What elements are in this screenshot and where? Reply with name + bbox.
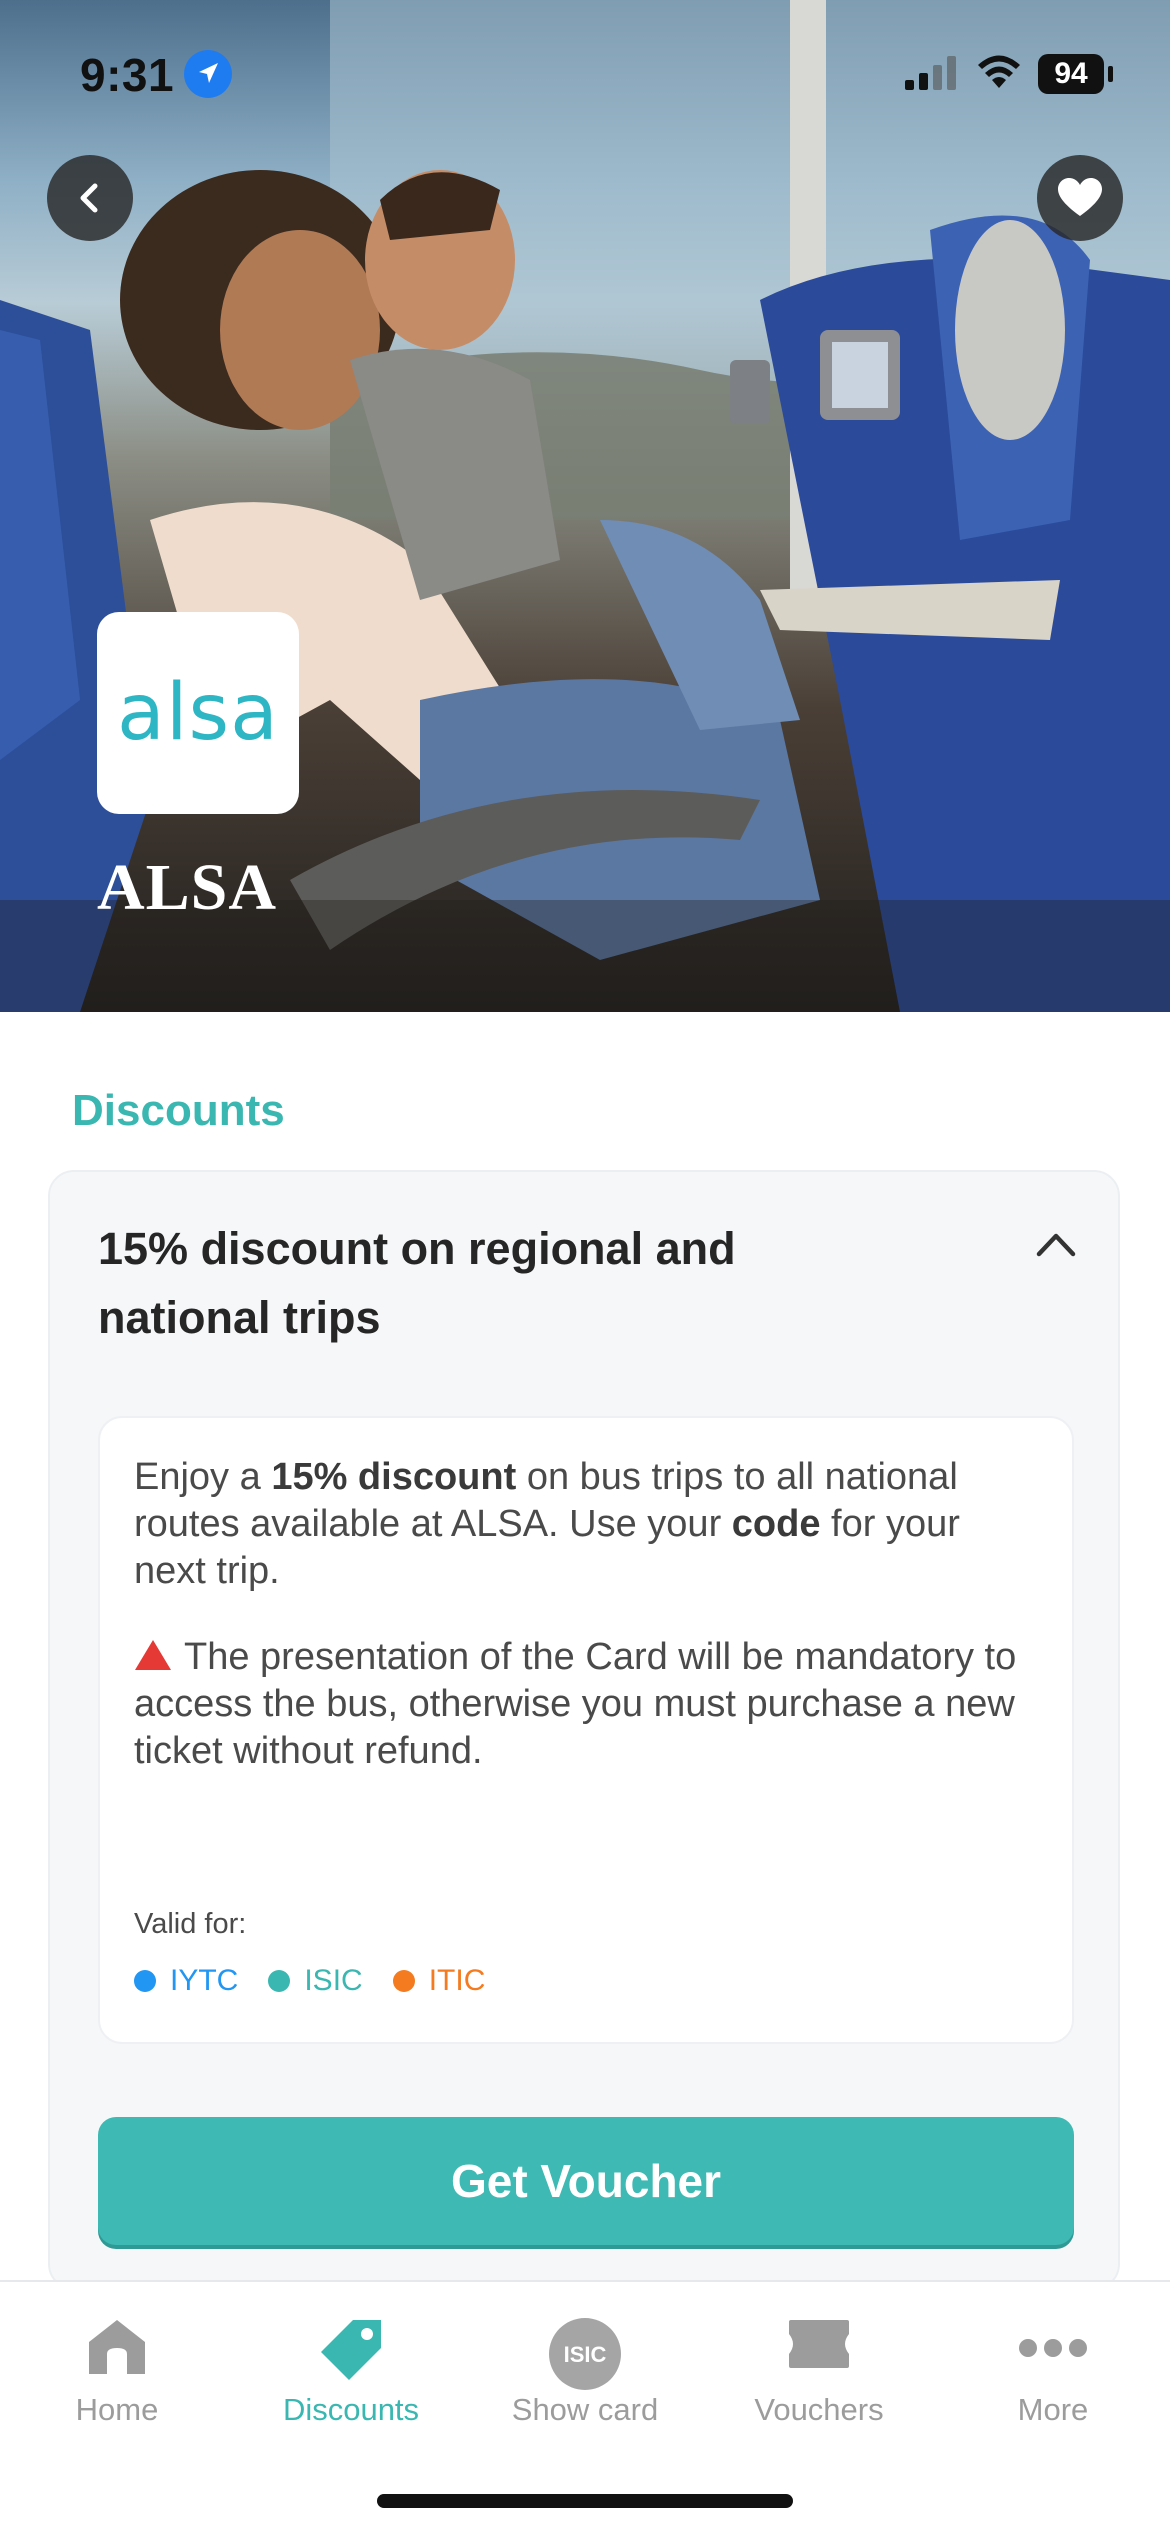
itic-dot [392, 1970, 415, 1992]
valid-card-label: ISIC [304, 1964, 363, 1997]
description-bold-code: code [731, 1503, 821, 1545]
tab-label: Home [75, 2392, 159, 2427]
cellular-signal-icon [905, 56, 959, 95]
tab-label: Vouchers [754, 2392, 884, 2427]
valid-card-label: IYTC [170, 1964, 239, 1997]
brand-logo: alsa [97, 612, 299, 814]
brand-logo-text: alsa [117, 668, 279, 758]
favorite-button[interactable] [1037, 155, 1123, 241]
get-voucher-button[interactable]: Get Voucher [98, 2117, 1074, 2245]
valid-card-label: ITIC [428, 1964, 486, 1997]
isic-card-icon: ISIC [549, 2318, 621, 2390]
description-bold-discount: 15% discount [271, 1456, 517, 1498]
ticket-icon [789, 2320, 849, 2368]
brand-title: ALSA [97, 851, 278, 924]
tab-show-card[interactable]: ISIC Show card [468, 2282, 702, 2442]
discount-description: Enjoy a 15% discount on bus trips to all… [134, 1454, 1034, 1595]
tab-label: More [1017, 2392, 1089, 2427]
isic-icon-text: ISIC [564, 2342, 607, 2367]
battery-tip [1108, 66, 1113, 82]
description-text: Enjoy a [134, 1456, 272, 1498]
tab-vouchers[interactable]: Vouchers [702, 2282, 936, 2442]
valid-card-isic: ISIC [268, 1964, 363, 1998]
home-indicator [377, 2494, 793, 2508]
valid-for-list: IYTC ISIC ITIC [134, 1964, 485, 1998]
chevron-up-icon [1036, 1233, 1076, 1257]
heart-icon [1058, 178, 1102, 216]
discount-details: Enjoy a 15% discount on bus trips to all… [98, 1416, 1074, 2044]
home-icon [89, 2320, 145, 2374]
warning-note: The presentation of the Card will be man… [134, 1634, 1034, 1775]
more-dots-icon [1019, 2339, 1087, 2357]
warning-triangle-icon [135, 1640, 171, 1670]
tab-more[interactable]: More [936, 2282, 1170, 2442]
valid-for-label: Valid for: [134, 1908, 247, 1940]
tab-label: Discounts [282, 2392, 420, 2427]
tab-discounts[interactable]: Discounts [234, 2282, 468, 2442]
tab-home[interactable]: Home [0, 2282, 234, 2442]
warning-text: The presentation of the Card will be man… [134, 1636, 1017, 1772]
battery-indicator: 94 [1038, 54, 1104, 94]
status-bar: 9:31 94 [0, 0, 1170, 150]
wifi-icon [975, 52, 1023, 95]
tag-icon [321, 2320, 381, 2380]
valid-card-itic: ITIC [392, 1964, 486, 1998]
isic-dot [268, 1970, 291, 1992]
status-time: 9:31 [80, 49, 175, 101]
iytc-dot [134, 1970, 156, 1992]
collapse-button[interactable] [1035, 1230, 1077, 1263]
discount-title[interactable]: 15% discount on regional and national tr… [98, 1214, 818, 1352]
section-title: Discounts [72, 1086, 285, 1135]
hero-image: 9:31 94 alsa ALSA [0, 0, 1170, 1012]
discount-accordion: 15% discount on regional and national tr… [48, 1170, 1120, 2290]
back-button[interactable] [47, 155, 133, 241]
chevron-left-icon [80, 183, 98, 213]
tab-label: Show card [511, 2392, 659, 2427]
valid-card-iytc: IYTC [134, 1964, 238, 1998]
location-arrow-icon [184, 50, 232, 98]
